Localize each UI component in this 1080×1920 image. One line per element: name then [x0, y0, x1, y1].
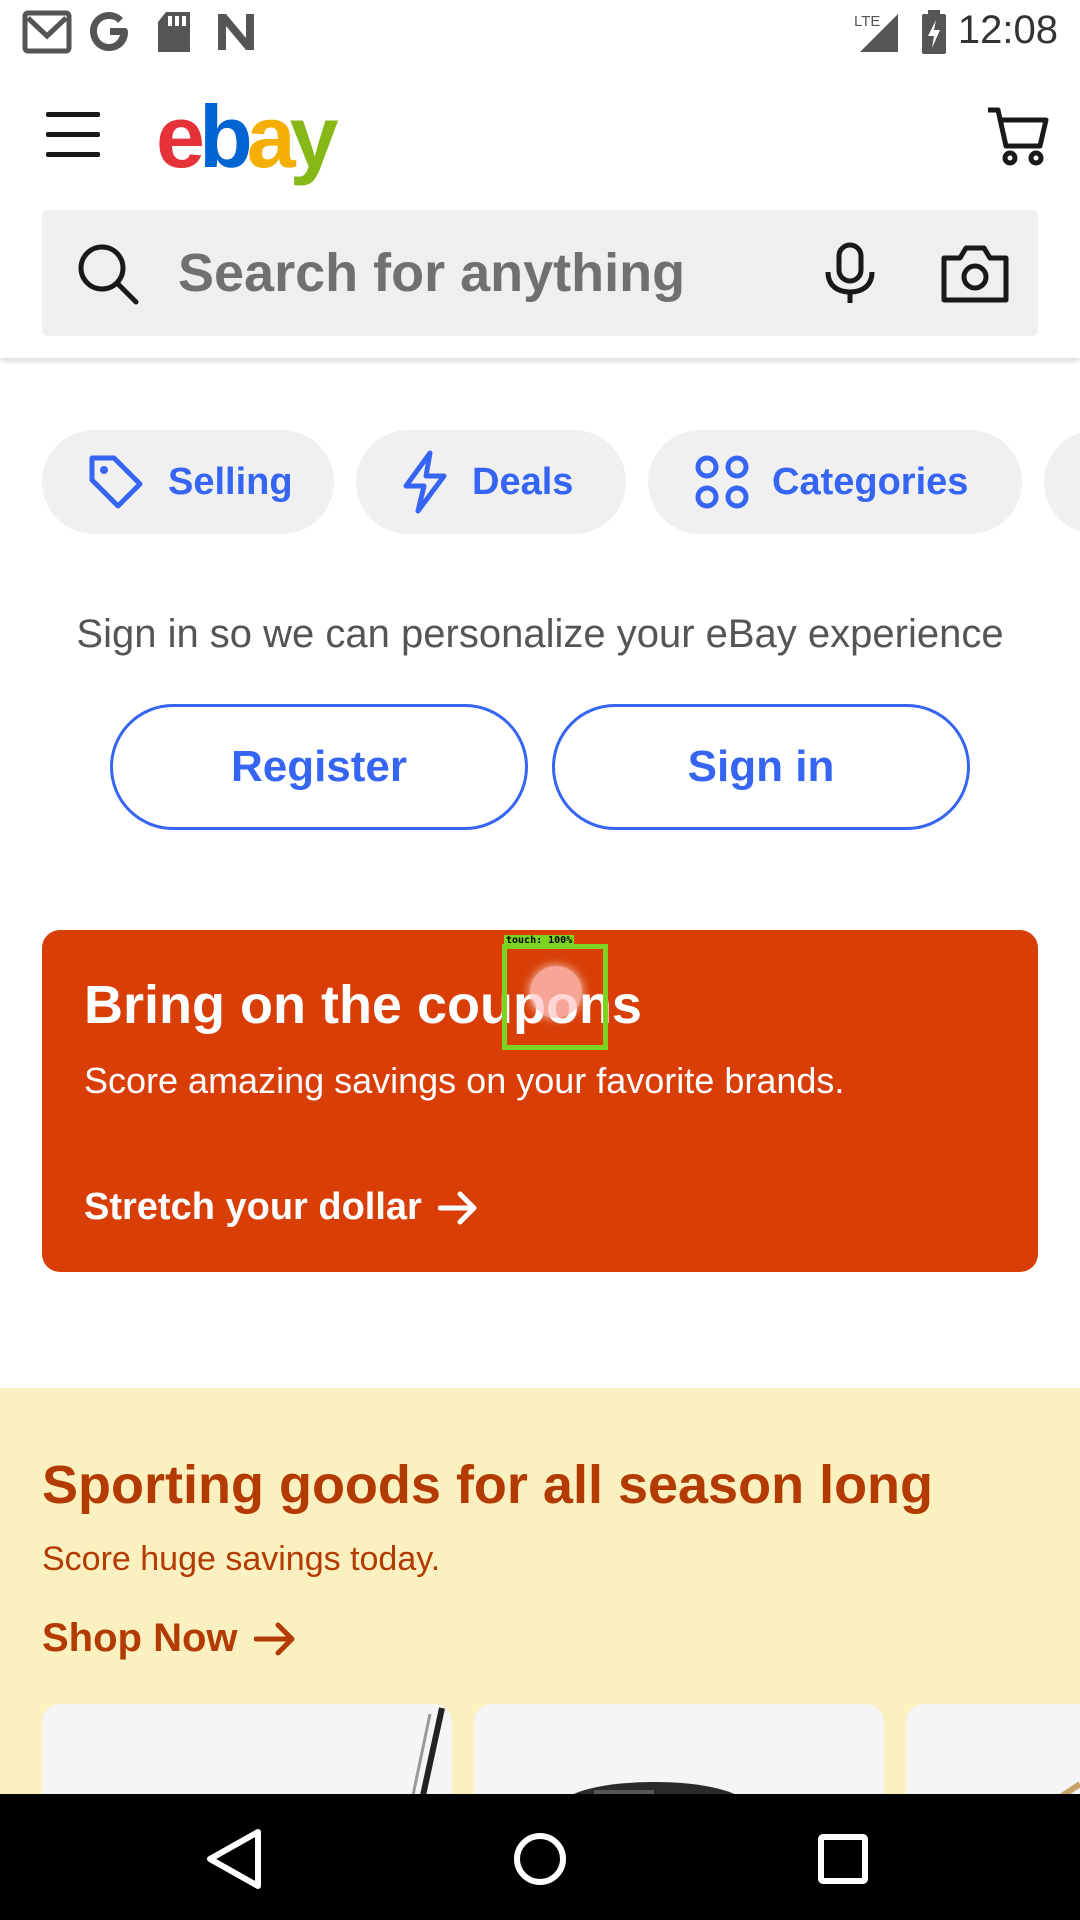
menu-icon[interactable]	[46, 110, 102, 162]
battery-charging-icon	[922, 10, 946, 54]
chip-categories-label: Categories	[772, 460, 969, 503]
signin-button[interactable]: Sign in	[552, 704, 970, 830]
chip-categories[interactable]: Categories	[648, 430, 1022, 534]
home-icon[interactable]	[505, 1824, 575, 1894]
sd-card-icon	[158, 12, 190, 52]
logo-letter-e: e	[156, 87, 205, 186]
coupon-subtitle: Score amazing savings on your favorite b…	[84, 1060, 845, 1101]
n-icon	[218, 14, 254, 50]
coupon-cta-link[interactable]: Stretch your dollar	[84, 1186, 478, 1229]
lightning-icon	[403, 450, 447, 514]
chip-more[interactable]	[1044, 430, 1080, 534]
app-header: ebay	[0, 64, 1080, 358]
search-input[interactable]	[178, 238, 798, 308]
chip-deals[interactable]: Deals	[356, 430, 626, 534]
camera-icon[interactable]	[940, 244, 1010, 304]
microphone-icon[interactable]	[822, 242, 878, 306]
signal-icon: LTE	[854, 13, 898, 52]
shop-now-label: Shop Now	[42, 1616, 238, 1660]
android-nav-bar	[0, 1794, 1080, 1920]
arrow-right-icon	[437, 1191, 477, 1224]
search-bar[interactable]	[42, 210, 1038, 336]
signin-prompt: Sign in so we can personalize your eBay …	[76, 612, 1004, 656]
sporting-subtitle: Score huge savings today.	[42, 1540, 441, 1578]
register-button[interactable]: Register	[110, 704, 528, 830]
product-card[interactable]	[906, 1704, 1080, 1800]
logo-letter-b: b	[198, 87, 253, 186]
product-image	[1054, 1781, 1080, 1800]
logo-letter-a: a	[246, 87, 296, 186]
status-time: 12:08	[957, 8, 1058, 52]
coupon-cta-label: Stretch your dollar	[84, 1186, 422, 1228]
chip-selling-label: Selling	[168, 460, 293, 503]
chip-selling[interactable]: Selling	[42, 430, 334, 534]
arrow-right-icon	[253, 1622, 295, 1655]
status-bar: LTE 12:08	[0, 0, 1080, 64]
search-icon	[78, 244, 139, 305]
screen: LTE 12:08 ebay Search for anything Selli…	[0, 0, 1080, 1920]
recents-icon[interactable]	[808, 1824, 878, 1894]
touch-point	[530, 966, 582, 1018]
touch-indicator-label: touch: 100%	[504, 935, 575, 947]
google-icon	[90, 12, 128, 51]
logo-letter-y: y	[289, 87, 339, 186]
cart-icon[interactable]	[986, 104, 1050, 168]
product-card[interactable]	[474, 1704, 884, 1800]
network-label: LTE	[854, 13, 880, 30]
gmail-icon	[22, 10, 72, 54]
ebay-logo[interactable]: ebay	[156, 86, 339, 188]
sporting-title: Sporting goods for all season long	[42, 1455, 934, 1515]
chip-deals-label: Deals	[472, 460, 574, 503]
shop-now-link[interactable]: Shop Now	[42, 1616, 296, 1661]
product-card[interactable]	[42, 1704, 452, 1800]
sporting-goods-section: Sporting goods for all season long Score…	[0, 1388, 1080, 1800]
quick-links: Selling Deals Categories	[0, 430, 1080, 536]
back-icon[interactable]	[200, 1824, 270, 1894]
categories-icon	[695, 455, 749, 509]
product-image	[565, 1782, 743, 1800]
product-image	[410, 1707, 445, 1800]
tag-icon	[89, 455, 143, 509]
